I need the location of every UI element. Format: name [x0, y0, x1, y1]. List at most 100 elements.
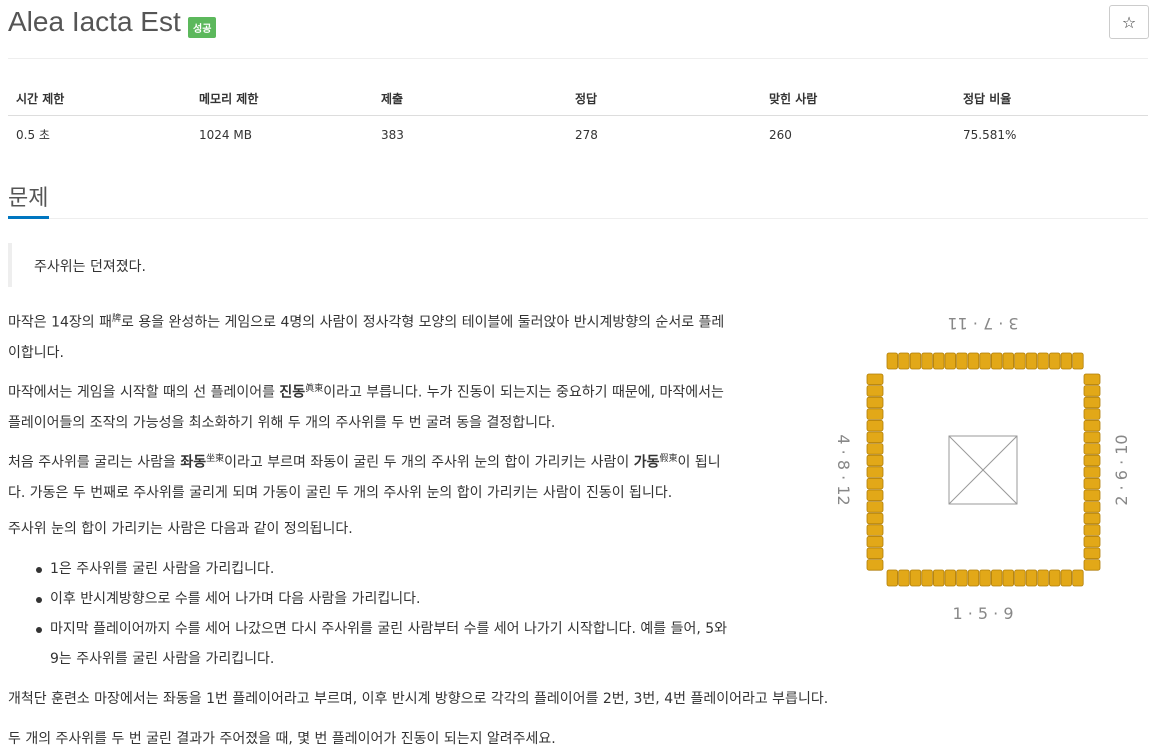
bullet-dot	[36, 627, 42, 633]
mahjong-tile	[1048, 569, 1061, 587]
mahjong-tile	[933, 352, 945, 370]
paragraph-1: 마작은 14장의 패牌로 용을 완성하는 게임으로 4명의 사람이 정사각형 모…	[8, 304, 828, 368]
section-underline	[8, 216, 49, 219]
star-button[interactable]: ☆	[1109, 5, 1149, 39]
mahjong-tile	[967, 569, 980, 587]
mahjong-tile	[1037, 352, 1049, 370]
p2-text-a: 마작에서는 게임을 시작할 때의 선 플레이어를	[8, 384, 280, 401]
p3-text-a: 처음 주사위를 굴리는 사람을	[8, 454, 181, 471]
th-time-limit: 시간 제한	[8, 80, 191, 116]
mahjong-tile	[1060, 569, 1073, 587]
mahjong-tile	[866, 535, 884, 548]
mahjong-tile	[1083, 559, 1101, 571]
table-row: 0.5 초 1024 MB 383 278 260 75.581%	[8, 116, 1148, 154]
list-item: 마지막 플레이어까지 수를 세어 나갔으면 다시 주사위를 굴린 사람부터 수를…	[36, 614, 826, 674]
mahjong-tile	[866, 373, 884, 386]
mahjong-tile	[967, 352, 980, 370]
mahjong-tile	[979, 352, 991, 370]
mahjong-tile	[1048, 352, 1061, 370]
mahjong-tile	[1083, 466, 1101, 478]
mahjong-tile	[1002, 352, 1015, 370]
list-item: 1은 주사위를 굴린 사람을 가리킵니다.	[36, 554, 826, 584]
mahjong-tile	[1083, 431, 1101, 444]
mahjong-tile	[921, 569, 933, 587]
paragraph-6: 두 개의 주사위를 두 번 굴린 결과가 주어졌을 때, 몇 번 플레이어가 진…	[8, 731, 556, 747]
mahjong-tile	[1083, 535, 1101, 548]
term-jindong: 진동	[279, 384, 306, 401]
th-solvers: 맞힌 사람	[761, 80, 955, 116]
p3-text-c: 이 됩니	[677, 454, 721, 471]
section-divider	[8, 218, 1148, 219]
mahjong-tile	[956, 352, 968, 370]
mahjong-tile	[979, 569, 991, 587]
mahjong-tile	[866, 489, 884, 502]
mahjong-tile	[866, 396, 884, 409]
list-item-text: 마지막 플레이어까지 수를 세어 나갔으면 다시 주사위를 굴린 사람부터 수를…	[50, 621, 728, 637]
ruby-text: 牌	[112, 314, 122, 324]
mahjong-tile	[990, 352, 1003, 370]
ruby-text: 假東	[659, 454, 678, 464]
mahjong-tile	[866, 454, 884, 467]
mahjong-tile	[866, 524, 884, 536]
p1-text-a: 마작은 14장의 패	[8, 314, 112, 331]
p2-text-c: 플레이어들의 조작의 가능성을 최소화하기 위해 두 개의 주사위를 두 번 굴…	[8, 414, 556, 431]
mahjong-tile	[866, 501, 884, 513]
mahjong-tile	[866, 385, 884, 397]
mahjong-tile	[1083, 547, 1101, 560]
mahjong-tile	[1060, 352, 1073, 370]
mahjong-tile	[1083, 385, 1101, 397]
mahjong-tile	[866, 512, 884, 525]
quote-text: 주사위는 던져졌다.	[34, 259, 146, 275]
mahjong-tile	[898, 352, 910, 370]
mahjong-tile	[866, 408, 884, 420]
right-seat-label: 2 · 6 · 10	[1112, 434, 1131, 505]
left-seat-label: 4 · 8 · 12	[834, 434, 853, 505]
mahjong-tile	[866, 431, 884, 444]
mahjong-tile	[866, 477, 884, 490]
section-title: 문제	[8, 186, 49, 211]
list-item-text: 이후 반시계방향으로 수를 세어 나가며 다음 사람을 가리킵니다.	[50, 591, 421, 607]
mahjong-tile	[1083, 420, 1101, 432]
bullet-dot	[36, 567, 42, 573]
mahjong-tile	[990, 569, 1003, 587]
mahjong-tile	[1025, 352, 1038, 370]
mahjong-tile	[866, 466, 884, 478]
mahjong-tile	[921, 352, 933, 370]
mahjong-tile	[1083, 454, 1101, 467]
submissions-value: 383	[381, 127, 404, 142]
divider	[8, 58, 1148, 59]
bullet-list: 1은 주사위를 굴린 사람을 가리킵니다. 이후 반시계방향으로 수를 세어 나…	[36, 554, 826, 674]
mahjong-tile	[1014, 352, 1026, 370]
paragraph-3: 처음 주사위를 굴리는 사람을 좌동坐東이라고 부르며 좌동이 굴린 두 개의 …	[8, 444, 828, 508]
p3-text-b: 이라고 부르며 좌동이 굴린 두 개의 주사위 눈의 합이 가리키는 사람이	[224, 454, 634, 471]
mahjong-tile	[1083, 501, 1101, 513]
mahjong-tile	[866, 559, 884, 571]
th-accepted: 정답	[567, 80, 761, 116]
mahjong-tile	[1083, 396, 1101, 409]
list-item: 이후 반시계방향으로 수를 세어 나가며 다음 사람을 가리킵니다.	[36, 584, 826, 614]
p1-text-c: 이합니다.	[8, 344, 64, 361]
mahjong-tile	[866, 547, 884, 560]
term-jwadong: 좌동	[180, 454, 207, 471]
list-item-text: 1은 주사위를 굴린 사람을 가리킵니다.	[50, 561, 275, 577]
p3-text-d: 다. 가동은 두 번째로 주사위를 굴리게 되며 가동이 굴린 두 개의 주사위…	[8, 484, 673, 501]
p2-text-b: 이라고 부릅니다. 누가 진동이 되는지는 중요하기 때문에, 마작에서는	[323, 384, 724, 401]
mahjong-tile	[1083, 373, 1101, 386]
accepted-value: 278	[575, 127, 598, 142]
mahjong-table-figure: 3 · 7 · 11 4 · 8 · 12 2 · 6 · 10 1 · 5 ·…	[834, 314, 1131, 623]
ruby-text: 眞東	[305, 384, 324, 394]
mahjong-tile	[933, 569, 945, 587]
mahjong-tile	[1083, 512, 1101, 525]
mahjong-tile	[909, 569, 922, 587]
bottom-seat-label: 1 · 5 · 9	[952, 604, 1013, 623]
time-limit-value: 0.5 초	[16, 128, 50, 142]
mahjong-tile	[1083, 477, 1101, 490]
mahjong-tile	[1072, 569, 1084, 587]
mahjong-tile	[1072, 352, 1084, 370]
paragraph-4: 주사위 눈의 합이 가리키는 사람은 다음과 같이 정의됩니다.	[8, 521, 353, 537]
info-table: 시간 제한 메모리 제한 제출 정답 맞힌 사람 정답 비율 0.5 초 102…	[8, 80, 1148, 153]
problem-title: Alea Iacta Est	[8, 6, 181, 37]
mahjong-tile	[898, 569, 910, 587]
mahjong-tile	[909, 352, 922, 370]
star-icon: ☆	[1121, 12, 1137, 32]
